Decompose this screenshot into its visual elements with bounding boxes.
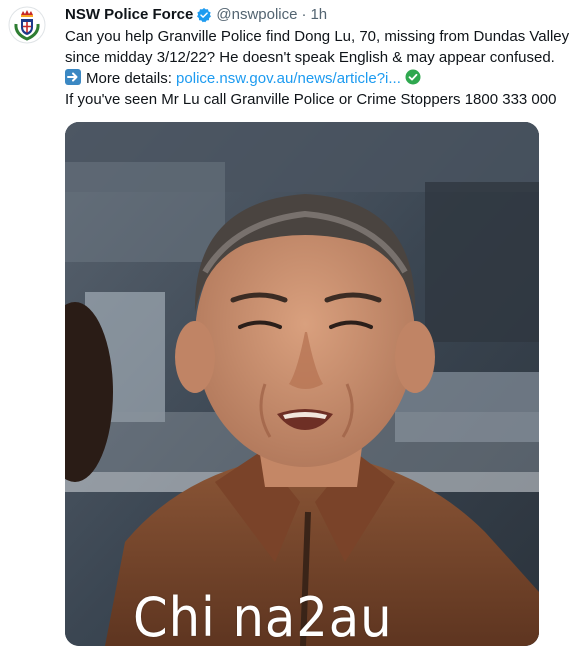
tweet-timestamp[interactable]: 1h	[310, 5, 327, 25]
nsw-police-crest-icon	[8, 6, 46, 44]
tweet: NSW Police Force @nswpolice · 1h Can you…	[0, 0, 581, 652]
right-arrow-emoji-icon	[65, 69, 81, 85]
tweet-header: NSW Police Force @nswpolice · 1h	[65, 5, 327, 25]
tweet-text-line: Can you help Granville Police find Dong …	[65, 28, 570, 45]
author-handle[interactable]: @nswpolice	[216, 5, 297, 25]
tweet-text-line: If you've seen Mr Lu call Granville Poli…	[65, 91, 557, 108]
watermark-text: Chi na2au	[133, 586, 393, 649]
avatar[interactable]	[8, 6, 46, 44]
tweet-text: Can you help Granville Police find Dong …	[65, 26, 575, 110]
more-details-label: More details:	[86, 70, 172, 87]
tweet-text-line: since midday 3/12/22? He doesn't speak E…	[65, 49, 555, 66]
separator-dot: ·	[301, 6, 307, 23]
more-details-line: More details: police.nsw.gov.au/news/art…	[65, 68, 575, 89]
verified-badge-icon	[196, 7, 212, 23]
article-link[interactable]: police.nsw.gov.au/news/article?i...	[176, 70, 401, 87]
tweet-photo[interactable]	[65, 122, 539, 646]
missing-person-photo	[65, 122, 539, 646]
check-mark-emoji-icon	[405, 69, 421, 85]
author-name[interactable]: NSW Police Force	[65, 5, 193, 25]
